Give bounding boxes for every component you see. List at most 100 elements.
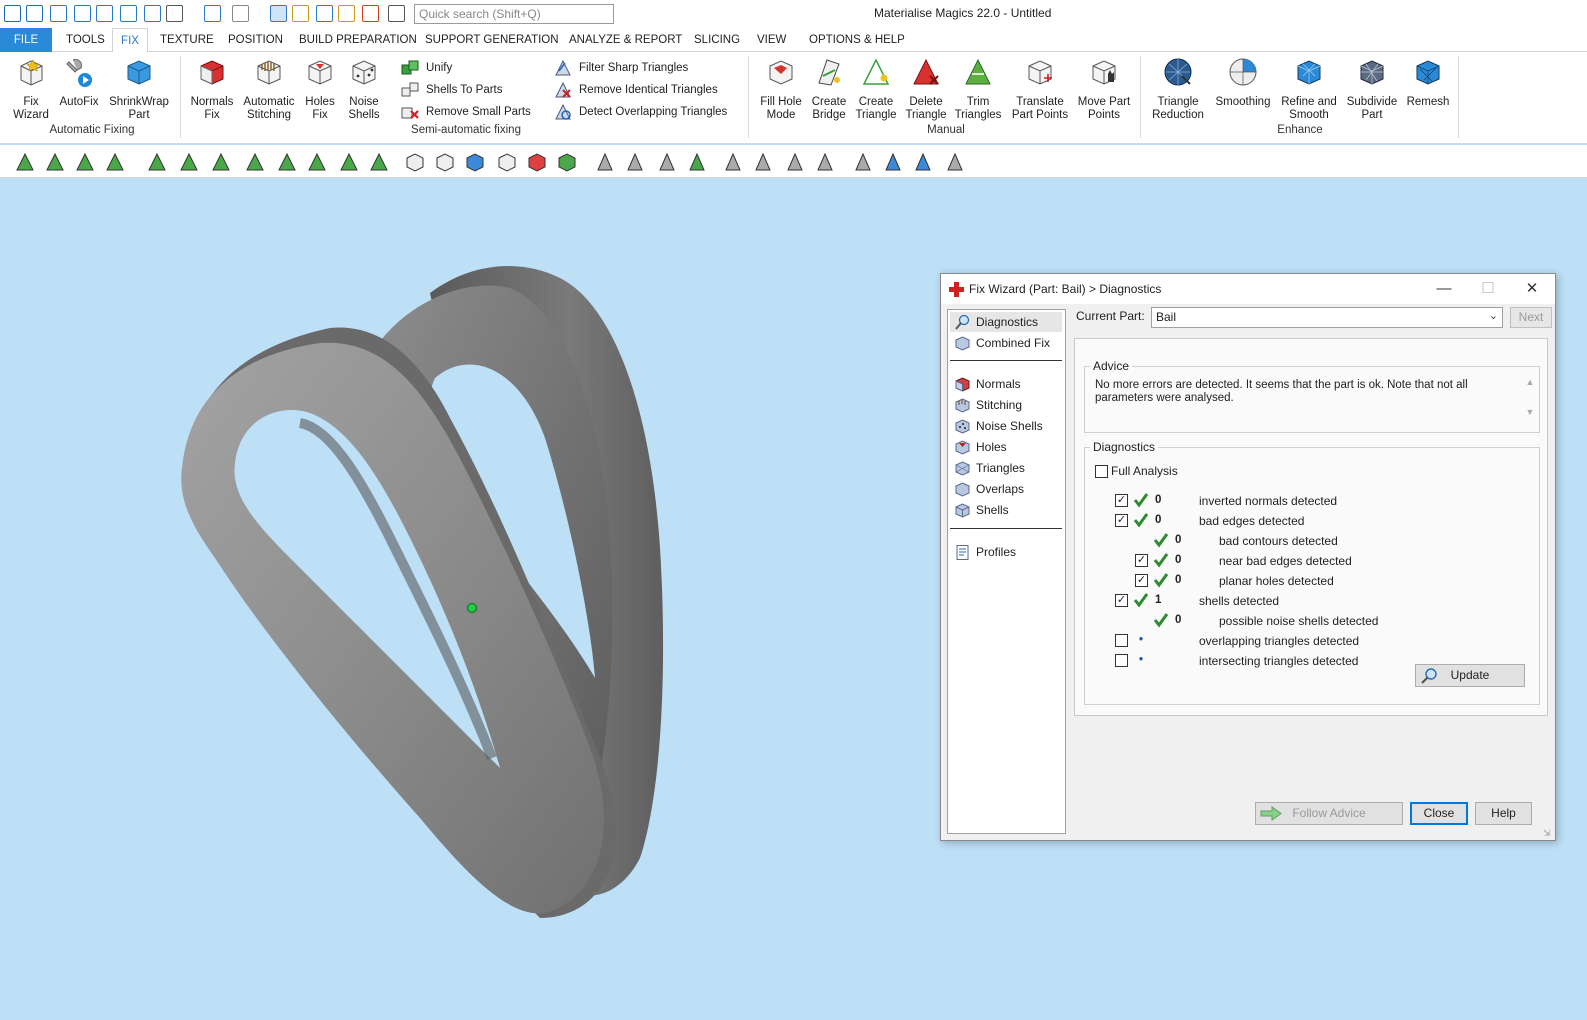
mark-shell-icon[interactable] [434, 151, 456, 173]
select-plane-icon[interactable] [146, 151, 168, 173]
select-surface-icon[interactable] [44, 151, 66, 173]
remove-identical-triangles-button[interactable]: Remove Identical Triangles [553, 80, 718, 100]
fill-hole-mode-button[interactable]: Fill Hole Mode [756, 56, 806, 122]
triangle-tool-d-icon[interactable] [852, 151, 874, 173]
noise-shells-button[interactable]: Noise Shells [344, 56, 384, 122]
remesh-button[interactable]: Remesh [1404, 56, 1452, 109]
normals-fix-button[interactable]: Normals Fix [188, 56, 236, 122]
triangle-filter-icon[interactable] [624, 151, 646, 173]
holes-fix-button[interactable]: Holes Fix [302, 56, 338, 122]
filter-sharp-triangles-button[interactable]: Filter Sharp Triangles [553, 58, 688, 78]
minimize-button[interactable]: — [1429, 278, 1459, 300]
create-triangle-button[interactable]: Create Triangle [852, 56, 900, 122]
overlapping-triangles-checkbox[interactable] [1115, 634, 1128, 647]
find-icon[interactable] [362, 5, 379, 22]
tab-fix[interactable]: FIX [112, 28, 148, 53]
select-contour-icon[interactable] [368, 151, 390, 173]
refine-and-smooth-button[interactable]: Refine and Smooth [1278, 56, 1340, 122]
advice-scrollbar[interactable]: ▲ ▼ [1523, 377, 1537, 427]
follow-advice-button[interactable]: Follow Advice [1255, 802, 1403, 825]
dialog-title-bar[interactable]: Fix Wizard (Part: Bail) > Diagnostics — … [941, 274, 1555, 304]
select-brush-icon[interactable] [178, 151, 200, 173]
close-window-button[interactable]: ✕ [1517, 278, 1547, 300]
autofix-button[interactable]: AutoFix [56, 56, 102, 109]
select-shell-icon[interactable] [104, 151, 126, 173]
resize-grip-icon[interactable]: ⇲ [1543, 828, 1553, 838]
triangle-tool-e-icon[interactable] [882, 151, 904, 173]
near-bad-edges-checkbox[interactable]: ✓ [1135, 554, 1148, 567]
zoom-fit-icon[interactable] [316, 5, 333, 22]
triangle-tool-f-icon[interactable] [912, 151, 934, 173]
quick-search-input[interactable]: Quick search (Shift+Q) [414, 4, 614, 24]
select-sphere-icon[interactable] [338, 151, 360, 173]
create-bridge-button[interactable]: Create Bridge [808, 56, 850, 122]
nav-item-shells[interactable]: Shells [950, 500, 1062, 520]
nav-item-noise-shells[interactable]: Noise Shells [950, 416, 1062, 436]
mark-surface-icon[interactable] [464, 151, 486, 173]
move-part-points-button[interactable]: Move Part Points [1076, 56, 1132, 122]
tab-texture[interactable]: TEXTURE [158, 28, 216, 52]
shells-checkbox[interactable]: ✓ [1115, 594, 1128, 607]
tab-slicing[interactable]: SLICING [692, 28, 742, 52]
nav-item-triangles[interactable]: Triangles [950, 458, 1062, 478]
automatic-stitching-button[interactable]: Automatic Stitching [240, 56, 298, 122]
maximize-button[interactable]: ☐ [1473, 278, 1503, 300]
nav-item-profiles[interactable]: Profiles [950, 542, 1062, 562]
tab-view[interactable]: VIEW [755, 28, 788, 52]
delete-marked-icon[interactable] [722, 151, 744, 173]
nav-item-combined-fix[interactable]: Combined Fix [950, 333, 1062, 353]
unify-button[interactable]: Unify [400, 58, 452, 78]
search-part-icon[interactable] [338, 5, 355, 22]
triangle-angle-icon[interactable] [656, 151, 678, 173]
smoothing-button[interactable]: Smoothing [1212, 56, 1274, 109]
tab-tools[interactable]: TOOLS [64, 28, 107, 52]
unmark-part-icon[interactable] [496, 151, 518, 173]
open-icon[interactable] [50, 5, 67, 22]
magics-logo-icon[interactable] [4, 5, 21, 22]
save-as-icon[interactable] [96, 5, 113, 22]
unload-part-icon[interactable] [166, 5, 183, 22]
planar-holes-checkbox[interactable]: ✓ [1135, 574, 1148, 587]
next-button[interactable]: Next [1510, 307, 1552, 328]
trim-triangles-button[interactable]: Trim Triangles [952, 56, 1004, 122]
expand-triangle-icon[interactable] [594, 151, 616, 173]
mark-all-icon[interactable] [556, 151, 578, 173]
grow-selection-icon[interactable] [276, 151, 298, 173]
close-button[interactable]: Close [1410, 802, 1468, 825]
full-analysis-checkbox[interactable] [1095, 465, 1108, 478]
inverted-normals-checkbox[interactable]: ✓ [1115, 494, 1128, 507]
translate-part-points-button[interactable]: Translate Part Points [1008, 56, 1072, 122]
tab-support-generation[interactable]: SUPPORT GENERATION [423, 28, 561, 52]
current-part-select[interactable]: Bail ⌄ [1151, 307, 1503, 328]
triangle-tool-g-icon[interactable] [944, 151, 966, 173]
detect-overlapping-triangles-button[interactable]: Detect Overlapping Triangles [553, 102, 727, 122]
update-button[interactable]: Update [1415, 664, 1525, 687]
tab-analyze-report[interactable]: ANALYZE & REPORT [567, 28, 684, 52]
fix-wizard-button[interactable]: Fix Wizard [8, 56, 54, 122]
settings-icon[interactable] [388, 5, 405, 22]
new-icon[interactable] [26, 5, 43, 22]
triangle-mark-icon[interactable] [686, 151, 708, 173]
select-lasso-icon[interactable] [210, 151, 232, 173]
tab-options-help[interactable]: OPTIONS & HELP [807, 28, 907, 52]
help-button[interactable]: Help [1475, 802, 1532, 825]
mark-noise-icon[interactable] [526, 151, 548, 173]
tab-file[interactable]: FILE [0, 28, 52, 52]
triangle-tool-c-icon[interactable] [814, 151, 836, 173]
tab-position[interactable]: POSITION [226, 28, 285, 52]
shells-to-parts-button[interactable]: Shells To Parts [400, 80, 503, 100]
nav-item-diagnostics[interactable]: Diagnostics [950, 312, 1062, 332]
undo-icon[interactable] [204, 5, 221, 22]
save-icon[interactable] [74, 5, 91, 22]
zoom-icon[interactable] [292, 5, 309, 22]
nav-item-stitching[interactable]: Stitching [950, 395, 1062, 415]
tab-build-preparation[interactable]: BUILD PREPARATION [297, 28, 419, 52]
import-part-icon[interactable] [120, 5, 137, 22]
select-box-icon[interactable] [244, 151, 266, 173]
nav-item-holes[interactable]: Holes [950, 437, 1062, 457]
nav-item-normals[interactable]: Normals [950, 374, 1062, 394]
select-mode-icon[interactable] [270, 5, 287, 22]
save-part-icon[interactable] [144, 5, 161, 22]
subdivide-part-button[interactable]: Subdivide Part [1344, 56, 1400, 122]
delete-triangle-button[interactable]: Delete Triangle [902, 56, 950, 122]
